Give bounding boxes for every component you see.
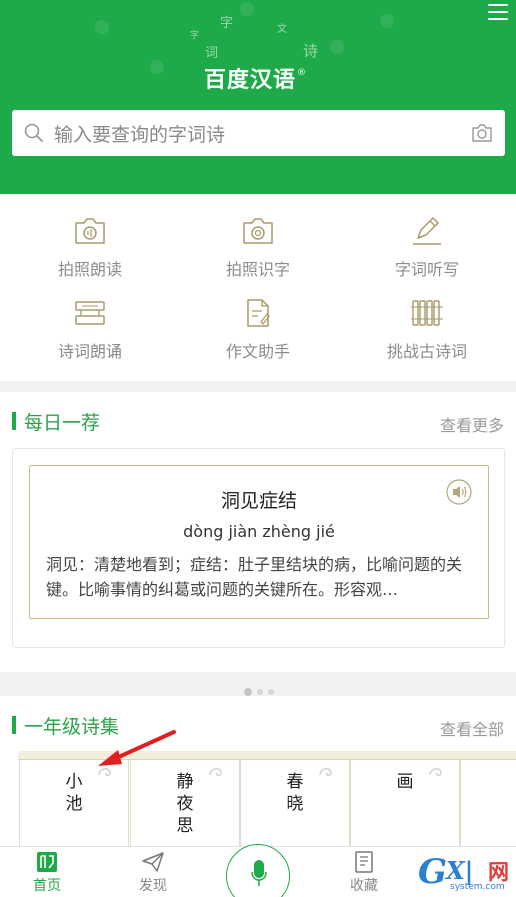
poem-char: 池 [65, 794, 83, 814]
decor-char: 字 [220, 16, 234, 31]
annotation-arrow-icon [98, 730, 176, 766]
decor-dot [240, 2, 254, 16]
decor-char: 词 [205, 46, 219, 61]
nav-label: 发现 [139, 878, 167, 894]
see-all-link[interactable]: 查看全部 [440, 716, 504, 740]
nav-discover[interactable]: 发现 [123, 851, 183, 895]
carousel-dot[interactable] [256, 689, 263, 695]
speaker-icon[interactable] [446, 479, 472, 505]
decor-dot [380, 14, 394, 28]
essay-icon [247, 299, 270, 327]
poem-char: 思 [176, 816, 194, 836]
menu-icon[interactable] [488, 4, 508, 20]
tool-photo-scan[interactable]: 拍照识字 [183, 216, 333, 280]
carousel-dot[interactable] [243, 688, 252, 696]
nav-home[interactable]: 首页 [17, 851, 77, 895]
tool-essay-helper[interactable]: 作文助手 [183, 298, 333, 362]
grade1-poems-section: 一年级诗集 查看全部 小 池 静 夜 思 春 晓 画 [0, 696, 516, 846]
decor-char: 文 [277, 24, 287, 35]
poem-card[interactable]: 画 [349, 751, 461, 846]
watermark-site: system.com [450, 882, 505, 892]
tool-label: 字词听写 [394, 260, 459, 279]
poem-char: 晓 [286, 794, 304, 814]
tool-photo-read[interactable]: 拍照朗读 [15, 216, 165, 280]
idiom-card[interactable]: 洞见症结 dòng jiàn zhèng jié 洞见：清楚地看到；症结：肚子里… [29, 465, 489, 619]
idiom-definition: 洞见：清楚地看到；症结：肚子里结块的病，比喻问题的关键。比喻事情的纠葛或问题的关… [46, 555, 463, 599]
search-input[interactable]: 输入要查询的字词诗 [54, 120, 225, 147]
camera-scan-icon [243, 218, 273, 244]
nav-favorites[interactable]: 收藏 [334, 851, 394, 895]
logo-registered-mark: ® [297, 68, 308, 78]
carousel-dot[interactable] [267, 689, 274, 695]
site-watermark: G X| 网 system.com [418, 852, 514, 894]
poem-char: 夜 [176, 794, 194, 814]
section-accent-bar [12, 412, 16, 430]
camera-read-icon [75, 218, 105, 244]
search-icon [24, 123, 43, 142]
nav-label: 收藏 [350, 878, 378, 894]
tools-grid: 拍照朗读 拍照识字 字词听写 诗词朗诵 作文助手 挑战古诗词 [0, 194, 516, 381]
decor-dot [150, 60, 164, 74]
nav-label: 首页 [33, 878, 61, 894]
watermark-xi: X| [446, 856, 474, 885]
tool-label: 拍照朗读 [57, 260, 122, 279]
daily-recommend-section: 每日一荐 查看更多 洞见症结 dòng jiàn zhèng jié 洞见：清楚… [0, 392, 516, 696]
bamboo-slips-icon [411, 300, 443, 326]
search-bar[interactable]: 输入要查询的字词诗 [12, 110, 505, 156]
daily-card-container: 洞见症结 dòng jiàn zhèng jié 洞见：清楚地看到；症结：肚子里… [12, 448, 505, 696]
tool-label: 诗词朗诵 [57, 342, 122, 361]
tool-label: 挑战古诗词 [386, 342, 467, 361]
cloud-ornament-icon [319, 768, 332, 776]
section-accent-bar [12, 716, 16, 734]
scroll-icon [75, 301, 105, 325]
bookmark-icon [355, 851, 373, 873]
carousel-dots [13, 688, 504, 696]
home-icon [37, 852, 57, 872]
see-more-link[interactable]: 查看更多 [440, 412, 504, 436]
poem-card[interactable] [459, 751, 516, 846]
tool-label: 作文助手 [225, 342, 290, 361]
paper-plane-icon [142, 852, 164, 872]
pen-icon [413, 217, 441, 245]
voice-search-button[interactable] [226, 844, 290, 897]
app-header: 字 文 词 诗 字 百度汉语® 输入要查询的字词诗 [0, 0, 516, 194]
camera-icon[interactable] [471, 123, 493, 143]
microphone-icon [251, 860, 267, 886]
decor-dot [330, 40, 344, 54]
decor-char: 字 [190, 31, 200, 41]
section-header: 每日一荐 [12, 410, 101, 434]
tool-label: 拍照识字 [225, 260, 290, 279]
section-title: 每日一荐 [24, 411, 101, 434]
logo-text: 百度汉语 [204, 68, 297, 93]
cloud-ornament-icon [209, 768, 222, 776]
idiom-word: 洞见症结 [220, 490, 297, 512]
watermark-g: G [418, 852, 448, 892]
tool-poetry-challenge[interactable]: 挑战古诗词 [352, 298, 502, 362]
decor-char: 诗 [303, 42, 319, 60]
tool-poetry-recite[interactable]: 诗词朗诵 [15, 298, 165, 362]
decor-dot [95, 20, 109, 34]
cloud-ornament-icon [429, 768, 442, 776]
app-logo: 百度汉语® [204, 62, 307, 94]
idiom-pinyin: dòng jiàn zhèng jié [183, 522, 335, 541]
poem-card[interactable]: 春 晓 [239, 751, 351, 846]
tool-dictation[interactable]: 字词听写 [352, 216, 502, 280]
